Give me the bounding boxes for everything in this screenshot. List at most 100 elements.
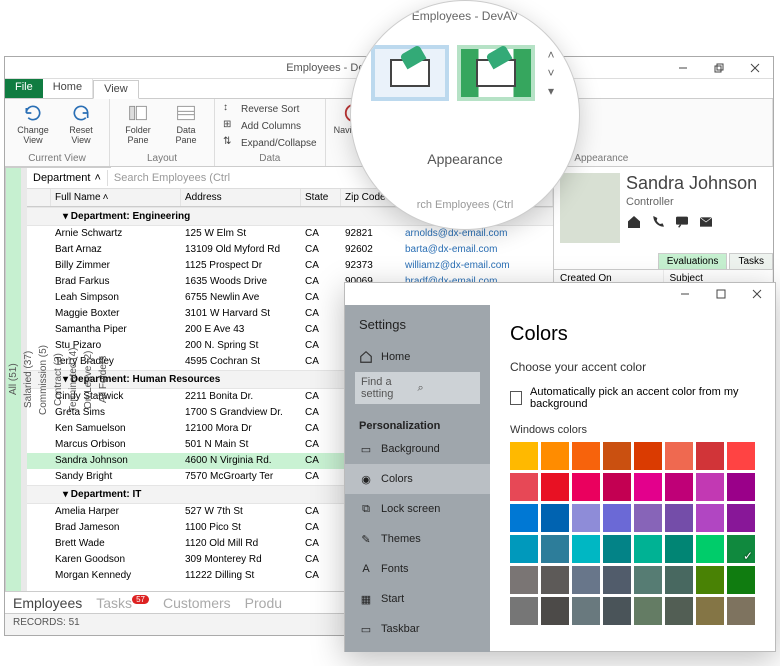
cell-email[interactable]: barta@dx-email.com bbox=[401, 243, 553, 257]
settings-lock-screen[interactable]: ⧉Lock screen bbox=[345, 494, 490, 524]
settings-home[interactable]: Home bbox=[345, 342, 490, 372]
color-swatch[interactable] bbox=[510, 504, 538, 532]
folder-salaried[interactable]: Salaried (37) bbox=[21, 167, 36, 591]
folder-contract[interactable]: Contract (3) bbox=[51, 167, 66, 591]
color-swatch[interactable] bbox=[510, 566, 538, 594]
color-swatch[interactable] bbox=[665, 535, 693, 563]
color-swatch[interactable] bbox=[696, 597, 724, 625]
color-swatch[interactable] bbox=[696, 535, 724, 563]
color-swatch[interactable] bbox=[541, 535, 569, 563]
color-swatch[interactable] bbox=[727, 566, 755, 594]
color-swatch[interactable] bbox=[572, 504, 600, 532]
color-swatch[interactable] bbox=[603, 566, 631, 594]
color-swatch[interactable] bbox=[572, 566, 600, 594]
data-pane-button[interactable]: Data Pane bbox=[164, 101, 208, 147]
settings-restore[interactable] bbox=[703, 283, 739, 305]
theme-scroll-up[interactable]: ˄ bbox=[543, 49, 559, 61]
color-swatch[interactable] bbox=[634, 442, 662, 470]
change-view-button[interactable]: Change View bbox=[11, 101, 55, 147]
color-swatch[interactable] bbox=[634, 535, 662, 563]
col-address[interactable]: Address bbox=[181, 189, 301, 206]
color-swatch[interactable] bbox=[634, 566, 662, 594]
btab-tasks[interactable]: Tasks57 bbox=[96, 595, 149, 611]
folder-all[interactable]: All (51) bbox=[6, 167, 21, 591]
expand-collapse-button[interactable]: ⇅Expand/Collapse bbox=[221, 135, 319, 151]
color-swatch[interactable] bbox=[541, 504, 569, 532]
reset-view-button[interactable]: Reset View bbox=[59, 101, 103, 147]
color-swatch[interactable] bbox=[727, 442, 755, 470]
settings-fonts[interactable]: AFonts bbox=[345, 554, 490, 584]
sms-icon[interactable] bbox=[674, 214, 690, 230]
color-swatch[interactable] bbox=[634, 597, 662, 625]
color-swatch[interactable] bbox=[510, 597, 538, 625]
color-swatch[interactable] bbox=[603, 535, 631, 563]
mag-theme-green[interactable] bbox=[457, 45, 535, 101]
color-swatch[interactable] bbox=[572, 473, 600, 501]
color-swatch[interactable] bbox=[541, 473, 569, 501]
btab-products[interactable]: Produ bbox=[245, 595, 282, 611]
phone-icon[interactable] bbox=[650, 214, 666, 230]
color-swatch[interactable] bbox=[727, 535, 755, 563]
settings-themes[interactable]: ✎Themes bbox=[345, 524, 490, 554]
color-swatch[interactable] bbox=[665, 597, 693, 625]
folder-terminated[interactable]: Terminated (4) bbox=[66, 167, 81, 591]
color-swatch[interactable] bbox=[603, 473, 631, 501]
home-tab[interactable]: Home bbox=[43, 79, 93, 98]
add-columns-button[interactable]: ⊞Add Columns bbox=[221, 118, 303, 134]
color-swatch[interactable] bbox=[696, 473, 724, 501]
settings-close[interactable] bbox=[739, 283, 775, 305]
color-swatch[interactable] bbox=[572, 597, 600, 625]
color-swatch[interactable] bbox=[634, 473, 662, 501]
view-tab[interactable]: View bbox=[93, 80, 139, 99]
folder-all-folders[interactable]: All Folders bbox=[96, 167, 111, 591]
settings-taskbar[interactable]: ▭Taskbar bbox=[345, 614, 490, 644]
settings-colors[interactable]: ◉Colors bbox=[345, 464, 490, 494]
color-swatch[interactable] bbox=[696, 504, 724, 532]
color-swatch[interactable] bbox=[572, 442, 600, 470]
color-swatch[interactable] bbox=[665, 504, 693, 532]
auto-pick-checkbox[interactable]: Automatically pick an accent color from … bbox=[510, 386, 755, 410]
btab-employees[interactable]: Employees bbox=[13, 595, 82, 611]
mag-theme-light[interactable] bbox=[371, 45, 449, 101]
color-swatch[interactable] bbox=[603, 504, 631, 532]
color-swatch[interactable] bbox=[541, 566, 569, 594]
detail-tab-evaluations[interactable]: Evaluations bbox=[658, 253, 728, 269]
btab-customers[interactable]: Customers bbox=[163, 595, 231, 611]
color-swatch[interactable] bbox=[634, 504, 662, 532]
color-swatch[interactable] bbox=[727, 473, 755, 501]
color-swatch[interactable] bbox=[541, 597, 569, 625]
color-swatch[interactable] bbox=[665, 473, 693, 501]
file-tab[interactable]: File bbox=[5, 79, 43, 98]
theme-scroll-down[interactable]: ˅ bbox=[543, 67, 559, 79]
color-swatch[interactable] bbox=[727, 597, 755, 625]
mail-icon[interactable] bbox=[698, 214, 714, 230]
detail-tab-tasks[interactable]: Tasks bbox=[729, 253, 773, 269]
restore-button[interactable] bbox=[701, 57, 737, 79]
color-swatch[interactable] bbox=[665, 566, 693, 594]
color-swatch[interactable] bbox=[510, 442, 538, 470]
col-state[interactable]: State bbox=[301, 189, 341, 206]
settings-minimize[interactable] bbox=[667, 283, 703, 305]
settings-search[interactable]: Find a setting ⌕ bbox=[355, 372, 480, 404]
color-swatch[interactable] bbox=[696, 566, 724, 594]
color-swatch[interactable] bbox=[541, 442, 569, 470]
color-swatch[interactable] bbox=[510, 473, 538, 501]
color-swatch[interactable] bbox=[727, 504, 755, 532]
minimize-button[interactable] bbox=[665, 57, 701, 79]
color-swatch[interactable] bbox=[603, 442, 631, 470]
folder-pane-button[interactable]: Folder Pane bbox=[116, 101, 160, 147]
color-swatch[interactable] bbox=[696, 442, 724, 470]
color-swatch[interactable] bbox=[665, 442, 693, 470]
settings-background[interactable]: ▭Background bbox=[345, 434, 490, 464]
folder-on-leave[interactable]: On Leave (2) bbox=[81, 167, 96, 591]
settings-start[interactable]: ▦Start bbox=[345, 584, 490, 614]
cell-email[interactable]: williamz@dx-email.com bbox=[401, 259, 553, 273]
folder-commission[interactable]: Commission (5) bbox=[36, 167, 51, 591]
home-icon[interactable] bbox=[626, 214, 642, 230]
close-button[interactable] bbox=[737, 57, 773, 79]
color-swatch[interactable] bbox=[603, 597, 631, 625]
color-swatch[interactable] bbox=[510, 535, 538, 563]
color-swatch[interactable] bbox=[572, 535, 600, 563]
reverse-sort-button[interactable]: ↕Reverse Sort bbox=[221, 101, 301, 117]
theme-expand[interactable]: ▾ bbox=[543, 85, 559, 97]
